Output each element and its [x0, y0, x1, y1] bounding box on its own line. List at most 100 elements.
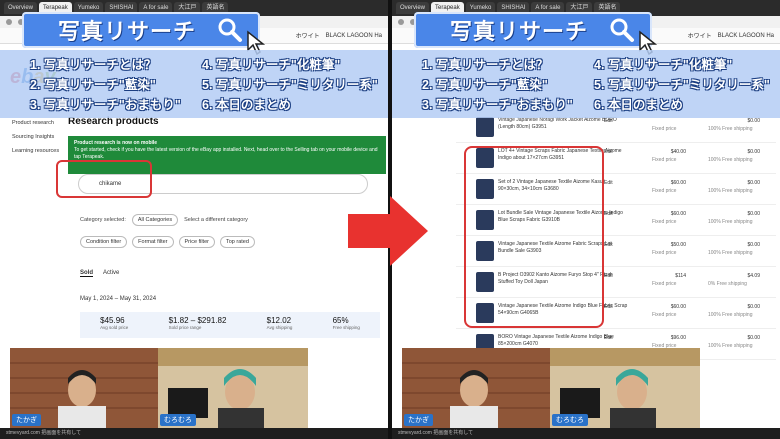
shipping-label: 100% Free shipping: [708, 188, 753, 194]
tab-sold[interactable]: Sold: [80, 270, 93, 277]
sidebar-item-product-research[interactable]: Product research: [12, 116, 59, 130]
sidebar-item-sourcing-insights[interactable]: Sourcing Insights: [12, 130, 59, 144]
shipping-price: $0.00: [747, 118, 760, 124]
share-footer: stmevyard.com 把画面を共有して: [0, 428, 388, 439]
webcam-name-label: たかぎ: [12, 414, 41, 426]
shipping-label: 100% Free shipping: [708, 219, 753, 225]
shipping-price: $0.00: [747, 211, 760, 217]
filter-row: Condition filter Format filter Price fil…: [80, 236, 255, 248]
sidebar-nav: Product research Sourcing Insights Learn…: [12, 116, 59, 158]
listing-price: $40.00: [670, 149, 686, 155]
tab-active[interactable]: Active: [103, 270, 119, 277]
banner-title: 写真リサーチ: [450, 19, 589, 44]
edit-button[interactable]: Edit: [604, 304, 613, 310]
menu-item: 6. 本日のまとめ: [202, 98, 291, 112]
price-format-label: Fixed price: [652, 126, 677, 132]
edit-button[interactable]: Edit: [604, 180, 613, 186]
price-format-label: Fixed price: [652, 188, 677, 194]
arrow-right-icon: [348, 196, 428, 266]
notice-text: To get started, check if you have the la…: [74, 147, 378, 160]
price-filter-button[interactable]: Price filter: [178, 236, 215, 248]
listing-price: $96.00: [670, 335, 686, 341]
webcam-tile: たかぎ: [10, 348, 160, 428]
left-screen: Overview Terapeak Yumeko SHISHAI A for s…: [0, 0, 388, 439]
format-filter-button[interactable]: Format filter: [132, 236, 174, 248]
title-banner: 写真リサーチ: [22, 12, 266, 56]
edit-button[interactable]: Edit: [604, 118, 613, 124]
shipping-price: $0.00: [747, 180, 760, 186]
search-highlight-box: [56, 160, 152, 198]
menu-item: 1. 写真リサーチとは？: [30, 58, 157, 72]
shipping-label: 100% Free shipping: [708, 312, 753, 318]
title-banner: 写真リサーチ: [414, 12, 658, 56]
bookmark-item[interactable]: BLACK LAGOON Ha: [718, 33, 774, 39]
bookmark-item[interactable]: BLACK LAGOON Ha: [326, 33, 382, 39]
condition-filter-button[interactable]: Condition filter: [80, 236, 128, 248]
edit-button[interactable]: Edit: [604, 273, 613, 279]
webcam-name-label: むろむろ: [160, 414, 196, 426]
sold-active-tabs: Sold Active: [80, 270, 119, 277]
stat-free-shipping: 65% Free shipping: [332, 316, 360, 330]
menu-item: 1. 写真リサーチとは？: [422, 58, 549, 72]
stat-avg-sold-price: $45.96 Avg sold price: [100, 316, 129, 330]
share-footer: stmevyard.com 把画面を共有して: [392, 428, 780, 439]
banner-title: 写真リサーチ: [58, 19, 197, 44]
price-format-label: Fixed price: [652, 312, 677, 318]
menu-item: 3. 写真リサーチ"おまもり": [30, 98, 181, 112]
listing-highlight-box: [464, 146, 604, 328]
webcam-name-label: たかぎ: [404, 414, 433, 426]
topic-menu: 1. 写真リサーチとは？ 4. 写真リサーチ"化粧筆" 2. 写真リサーチ"藍染"…: [0, 50, 388, 118]
back-icon[interactable]: [398, 19, 404, 25]
webcam-tile: たかぎ: [402, 348, 552, 428]
bookmark-item[interactable]: ホワイト: [688, 31, 712, 40]
edit-button[interactable]: Edit: [604, 242, 613, 248]
sidebar-item-learning-resources[interactable]: Learning resources: [12, 144, 59, 158]
notice-title: Product research is now on mobile: [74, 140, 158, 146]
webcam-tile: むろむろ: [158, 348, 308, 428]
edit-button[interactable]: Edit: [604, 149, 613, 155]
edit-button[interactable]: Edit: [604, 335, 613, 341]
menu-item: 5. 写真リサーチ"ミリタリー系": [594, 78, 770, 92]
shipping-label: 0% Free shipping: [708, 281, 747, 287]
menu-item: 4. 写真リサーチ"化粧筆": [202, 58, 341, 72]
menu-item: 3. 写真リサーチ"おまもり": [422, 98, 573, 112]
category-other-link[interactable]: Select a different category: [184, 217, 248, 223]
listing-price: $60.00: [670, 304, 686, 310]
stat-sold-price-range: $1.82 – $291.82 Sold price range: [168, 316, 227, 330]
shipping-label: 100% Free shipping: [708, 343, 753, 349]
menu-item: 6. 本日のまとめ: [594, 98, 683, 112]
price-format-label: Fixed price: [652, 250, 677, 256]
listing-price: $114: [675, 273, 686, 279]
magnifier-icon: [218, 18, 242, 42]
shipping-label: 100% Free shipping: [708, 250, 753, 256]
magnifier-icon: [610, 18, 634, 42]
stat-avg-shipping: $12.02 Avg shipping: [266, 316, 293, 330]
webcam-name-label: むろむろ: [552, 414, 588, 426]
listing-price: $60.00: [670, 211, 686, 217]
shipping-label: 100% Free shipping: [708, 126, 753, 132]
shipping-price: $0.00: [747, 242, 760, 248]
category-label: Category selected:: [80, 217, 126, 223]
top-rated-filter-button[interactable]: Top rated: [219, 236, 255, 248]
date-range: May 1, 2024 – May 31, 2024: [80, 296, 157, 302]
listing-thumbnail[interactable]: [476, 117, 494, 137]
shipping-label: 100% Free shipping: [708, 157, 753, 163]
webcam-tile: むろむろ: [550, 348, 700, 428]
topic-menu: 1. 写真リサーチとは？ 4. 写真リサーチ"化粧筆" 2. 写真リサーチ"藍染"…: [392, 50, 780, 118]
shipping-price: $0.00: [747, 335, 760, 341]
category-select[interactable]: All Categories: [131, 214, 179, 226]
menu-item: 5. 写真リサーチ"ミリタリー系": [202, 78, 378, 92]
shipping-price: $0.00: [747, 149, 760, 155]
price-format-label: Fixed price: [652, 157, 677, 163]
price-format-label: Fixed price: [652, 281, 677, 287]
menu-item: 4. 写真リサーチ"化粧筆": [594, 58, 733, 72]
back-icon[interactable]: [6, 19, 12, 25]
shipping-price: $0.00: [747, 304, 760, 310]
menu-item: 2. 写真リサーチ"藍染": [30, 78, 156, 92]
category-row: Category selected: All Categories Select…: [80, 214, 248, 226]
edit-button[interactable]: Edit: [604, 211, 613, 217]
bookmark-item[interactable]: ホワイト: [296, 31, 320, 40]
price-format-label: Fixed price: [652, 219, 677, 225]
right-screen: Overview Terapeak Yumeko SHISHAI A for s…: [392, 0, 780, 439]
listing-price: $60.00: [670, 180, 686, 186]
